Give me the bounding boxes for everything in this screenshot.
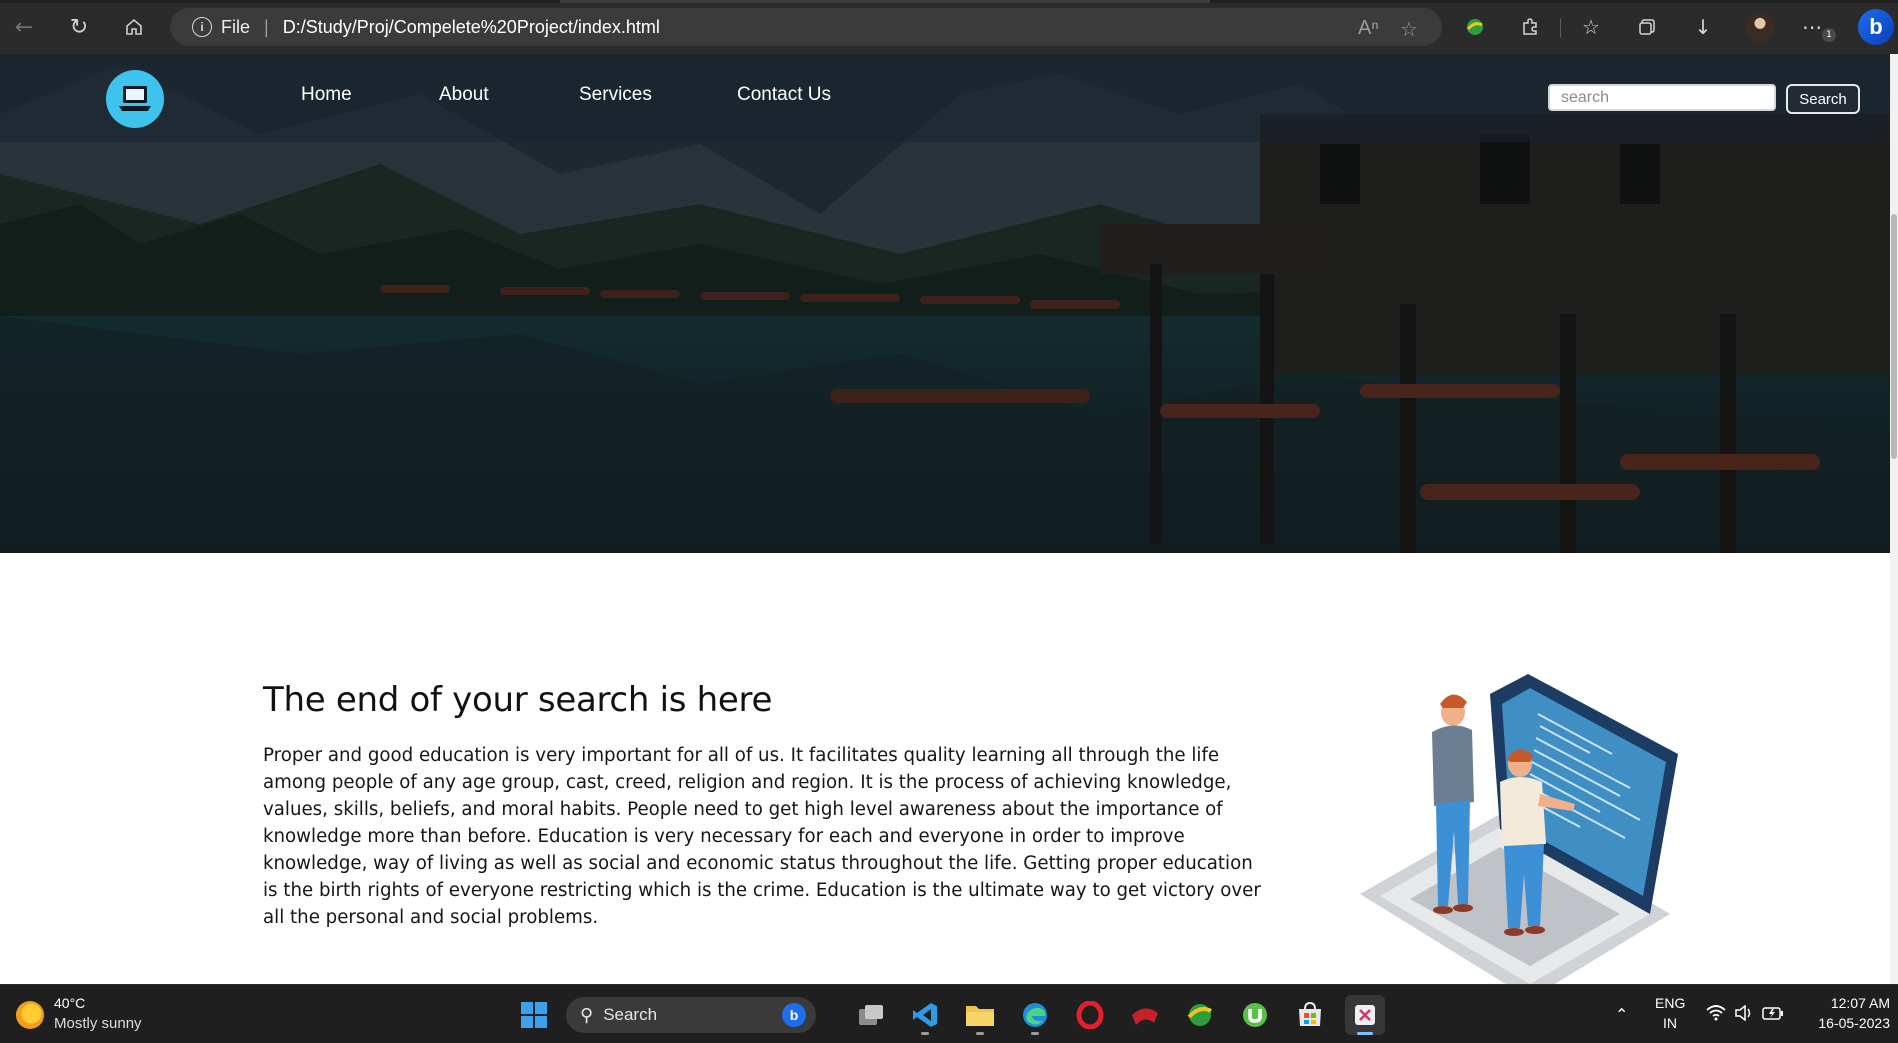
info-icon[interactable]: i <box>192 17 212 37</box>
download-manager-icon[interactable] <box>1180 995 1220 1035</box>
nav-about[interactable]: About <box>439 84 489 106</box>
file-explorer-icon[interactable] <box>960 995 1000 1035</box>
running-indicator <box>1031 1032 1039 1035</box>
vscode-icon[interactable] <box>905 995 945 1035</box>
language-indicator[interactable]: ENG <box>1655 995 1685 1011</box>
coding-illustration <box>1360 674 1678 984</box>
clock-time[interactable]: 12:07 AM <box>1800 995 1890 1011</box>
favorites-icon[interactable]: ☆ <box>1576 12 1606 42</box>
address-bar[interactable]: i File | D:/Study/Proj/Compelete%20Proje… <box>170 8 1442 46</box>
clock-date[interactable]: 16-05-2023 <box>1800 1015 1890 1031</box>
nav-contact-us[interactable]: Contact Us <box>737 84 831 106</box>
page-headline: The end of your search is here <box>263 680 773 720</box>
region-indicator[interactable]: IN <box>1655 1015 1685 1031</box>
edge-icon[interactable] <box>1015 995 1055 1035</box>
tab-strip <box>0 0 1898 3</box>
back-icon[interactable]: ← <box>10 13 38 41</box>
toolbar-divider <box>1560 18 1561 38</box>
page-scrollbar[interactable] <box>1890 54 1898 984</box>
start-button[interactable] <box>514 995 554 1035</box>
taskbar-search[interactable]: ⚲ Search b <box>566 997 816 1033</box>
site-navbar: Home About Services Contact Us Search <box>0 54 1890 142</box>
game-launcher-icon[interactable] <box>1125 995 1165 1035</box>
task-view-icon[interactable] <box>851 995 891 1035</box>
home-icon[interactable] <box>120 13 148 41</box>
laptop-icon <box>119 86 151 111</box>
bing-copilot-button[interactable]: b <box>1858 9 1894 45</box>
windows-logo-icon <box>521 1002 547 1028</box>
nav-home[interactable]: Home <box>301 84 352 106</box>
bing-search-icon[interactable]: b <box>782 1003 806 1027</box>
collections-icon[interactable] <box>1632 12 1662 42</box>
show-hidden-icons-chevron-icon[interactable]: ⌃ <box>1615 1005 1628 1024</box>
opera-icon[interactable] <box>1070 995 1110 1035</box>
utorrent-icon[interactable] <box>1235 995 1275 1035</box>
running-indicator <box>921 1032 929 1035</box>
address-url[interactable]: D:/Study/Proj/Compelete%20Project/index.… <box>283 17 660 38</box>
taskbar-search-label: Search <box>603 1005 658 1024</box>
running-indicator <box>976 1032 984 1035</box>
windows-taskbar: 40°C Mostly sunny ⚲ Search b ⌃ ENG IN 12… <box>0 984 1898 1043</box>
snipping-tool-icon[interactable] <box>1345 995 1385 1035</box>
downloads-icon[interactable]: ↓ <box>1688 12 1718 42</box>
volume-icon[interactable] <box>1734 1004 1754 1025</box>
microsoft-store-icon[interactable] <box>1290 995 1330 1035</box>
battery-icon[interactable] <box>1762 1005 1784 1025</box>
weather-temperature[interactable]: 40°C <box>54 995 85 1011</box>
scrollbar-thumb[interactable] <box>1891 214 1897 459</box>
refresh-icon[interactable]: ↻ <box>65 13 93 41</box>
read-aloud-icon[interactable]: Aⁿ <box>1358 17 1379 40</box>
site-search-button[interactable]: Search <box>1786 84 1860 114</box>
wifi-icon[interactable] <box>1706 1005 1726 1025</box>
address-protocol: File <box>221 16 251 37</box>
running-indicator <box>1357 1032 1373 1035</box>
profile-avatar[interactable] <box>1745 12 1775 42</box>
extension-icon[interactable] <box>1460 12 1490 42</box>
search-icon: ⚲ <box>580 1004 594 1025</box>
site-search-input[interactable] <box>1548 84 1776 111</box>
weather-description[interactable]: Mostly sunny <box>54 1015 142 1032</box>
page-viewport: Home About Services Contact Us Search Th… <box>0 54 1890 984</box>
nav-services[interactable]: Services <box>579 84 652 106</box>
notification-badge: 1 <box>1822 28 1836 42</box>
extensions-puzzle-icon[interactable] <box>1515 12 1545 42</box>
add-favorite-icon[interactable]: ☆ <box>1400 17 1418 42</box>
address-separator: | <box>264 16 269 37</box>
site-logo[interactable] <box>106 70 164 128</box>
intro-paragraph: Proper and good education is very import… <box>263 745 1261 928</box>
browser-toolbar: ← ↻ i File | D:/Study/Proj/Compelete%20P… <box>0 0 1898 54</box>
weather-sun-icon[interactable] <box>16 1001 44 1029</box>
